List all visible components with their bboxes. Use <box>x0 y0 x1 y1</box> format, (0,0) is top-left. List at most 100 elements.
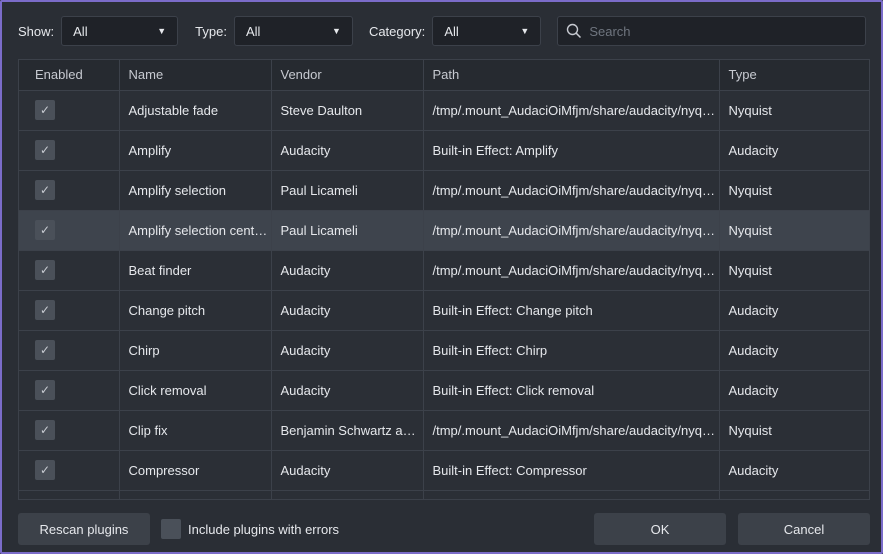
plugin-name: Beat finder <box>119 250 272 291</box>
checkmark-icon: ✓ <box>39 343 51 357</box>
enabled-checkbox[interactable]: ✓ <box>35 300 55 320</box>
enabled-checkbox[interactable]: ✓ <box>35 260 55 280</box>
plugin-name: Amplify <box>119 130 272 171</box>
plugin-name: Click removal <box>119 370 272 411</box>
plugin-vendor: Audacity <box>271 130 424 171</box>
table-row[interactable]: ✓ Amplify selection Paul Licameli /tmp/.… <box>19 170 869 211</box>
plugins-table[interactable]: Enabled Name Vendor Path Type ✓ Adjustab… <box>18 59 870 500</box>
checkmark-icon: ✓ <box>39 183 51 197</box>
type-label: Type: <box>195 23 227 39</box>
show-dropdown[interactable]: All ▼ <box>61 16 179 46</box>
plugin-vendor: Audacity <box>271 250 424 291</box>
table-row[interactable]: ✓ Clip fix Benjamin Schwartz an… /tmp/.m… <box>19 410 869 451</box>
plugin-path: /tmp/.mount_AudaciOiMfjm/share/audacity/… <box>423 90 720 131</box>
plugin-name: Change pitch <box>119 290 272 331</box>
checkmark-icon: ✓ <box>39 383 51 397</box>
search-box[interactable] <box>557 16 866 46</box>
plugin-name: Adjustable fade <box>119 90 272 131</box>
plugin-vendor: Audacity <box>271 370 424 411</box>
plugin-type: Nyquist <box>719 210 869 251</box>
rescan-plugins-button[interactable]: Rescan plugins <box>18 513 150 545</box>
type-dropdown[interactable]: All ▼ <box>233 16 353 46</box>
plugin-type: Nyquist <box>719 170 869 211</box>
plugin-type: Nyquist <box>719 250 869 291</box>
category-value: All <box>444 23 459 39</box>
category-label: Category: <box>368 23 426 39</box>
plugin-path: Built-in Effect: Compressor <box>423 450 720 491</box>
table-row-partial[interactable] <box>19 490 869 499</box>
table-row[interactable]: ✓ Amplify Audacity Built-in Effect: Ampl… <box>19 130 869 171</box>
enabled-checkbox[interactable]: ✓ <box>35 220 55 240</box>
include-errors-label: Include plugins with errors <box>188 521 340 537</box>
plugin-vendor: Steve Daulton <box>271 90 424 131</box>
plugin-type: Audacity <box>719 290 869 331</box>
plugin-manager-dialog: Show: All ▼ Type: All ▼ Category: All ▼ <box>0 0 883 554</box>
plugin-type: Audacity <box>719 450 869 491</box>
enabled-checkbox[interactable]: ✓ <box>35 100 55 120</box>
enabled-checkbox[interactable]: ✓ <box>35 460 55 480</box>
plugin-name: Amplify selection cente… <box>119 210 272 251</box>
show-value: All <box>73 23 88 39</box>
cancel-button[interactable]: Cancel <box>738 513 870 545</box>
checkmark-icon: ✓ <box>39 463 51 477</box>
chevron-down-icon: ▼ <box>332 26 341 36</box>
enabled-checkbox[interactable]: ✓ <box>35 340 55 360</box>
plugin-name: Amplify selection <box>119 170 272 211</box>
plugin-vendor: Paul Licameli <box>271 170 424 211</box>
table-row[interactable]: ✓ Click removal Audacity Built-in Effect… <box>19 370 869 411</box>
ok-button[interactable]: OK <box>594 513 726 545</box>
chevron-down-icon: ▼ <box>157 26 167 36</box>
table-row[interactable]: ✓ Change pitch Audacity Built-in Effect:… <box>19 290 869 331</box>
chevron-down-icon: ▼ <box>520 26 530 36</box>
table-row[interactable]: ✓ Beat finder Audacity /tmp/.mount_Audac… <box>19 250 869 291</box>
filter-toolbar: Show: All ▼ Type: All ▼ Category: All ▼ <box>18 16 866 46</box>
plugin-name: Compressor <box>119 450 272 491</box>
search-icon <box>567 23 582 39</box>
enabled-checkbox[interactable]: ✓ <box>35 180 55 200</box>
plugin-path: /tmp/.mount_AudaciOiMfjm/share/audacity/… <box>423 410 720 451</box>
table-row-selected[interactable]: ✓ Amplify selection cente… Paul Licameli… <box>19 210 869 251</box>
checkmark-icon: ✓ <box>39 423 51 437</box>
plugin-vendor: Audacity <box>271 450 424 491</box>
plugin-type: Nyquist <box>719 90 869 131</box>
enabled-checkbox[interactable]: ✓ <box>35 380 55 400</box>
plugin-name: Chirp <box>119 330 272 371</box>
column-header-vendor[interactable]: Vendor <box>271 60 424 91</box>
checkmark-icon: ✓ <box>39 143 51 157</box>
include-errors-toggle[interactable]: Include plugins with errors <box>161 518 339 540</box>
column-header-type[interactable]: Type <box>719 60 869 91</box>
plugin-type: Audacity <box>719 130 869 171</box>
plugin-path: Built-in Effect: Click removal <box>423 370 720 411</box>
plugin-vendor: Audacity <box>271 290 424 331</box>
column-header-enabled[interactable]: Enabled <box>19 60 120 91</box>
checkmark-icon: ✓ <box>39 303 51 317</box>
plugin-path: /tmp/.mount_AudaciOiMfjm/share/audacity/… <box>423 250 720 291</box>
table-row[interactable]: ✓ Chirp Audacity Built-in Effect: Chirp … <box>19 330 869 371</box>
plugin-path: Built-in Effect: Amplify <box>423 130 720 171</box>
plugin-path: /tmp/.mount_AudaciOiMfjm/share/audacity/… <box>423 170 720 211</box>
checkmark-icon: ✓ <box>39 223 51 237</box>
checkmark-icon: ✓ <box>39 103 51 117</box>
table-row[interactable]: ✓ Compressor Audacity Built-in Effect: C… <box>19 450 869 491</box>
type-value: All <box>245 23 261 39</box>
plugin-name: Clip fix <box>119 410 272 451</box>
plugin-vendor: Paul Licameli <box>271 210 424 251</box>
include-errors-checkbox[interactable] <box>161 519 181 539</box>
plugin-path: Built-in Effect: Chirp <box>423 330 720 371</box>
table-header-row: Enabled Name Vendor Path Type <box>19 60 869 91</box>
plugin-path: Built-in Effect: Change pitch <box>423 290 720 331</box>
category-dropdown[interactable]: All ▼ <box>432 16 542 46</box>
enabled-checkbox[interactable]: ✓ <box>35 140 55 160</box>
search-input[interactable] <box>589 23 850 39</box>
enabled-checkbox[interactable]: ✓ <box>35 420 55 440</box>
plugin-path: /tmp/.mount_AudaciOiMfjm/share/audacity/… <box>423 210 720 251</box>
show-label: Show: <box>18 23 55 39</box>
table-row[interactable]: ✓ Adjustable fade Steve Daulton /tmp/.mo… <box>19 90 869 131</box>
checkmark-icon: ✓ <box>39 263 51 277</box>
column-header-path[interactable]: Path <box>423 60 720 91</box>
plugin-type: Audacity <box>719 370 869 411</box>
plugin-vendor: Benjamin Schwartz an… <box>271 410 424 451</box>
column-header-name[interactable]: Name <box>119 60 272 91</box>
plugin-type: Nyquist <box>719 410 869 451</box>
plugin-type: Audacity <box>719 330 869 371</box>
